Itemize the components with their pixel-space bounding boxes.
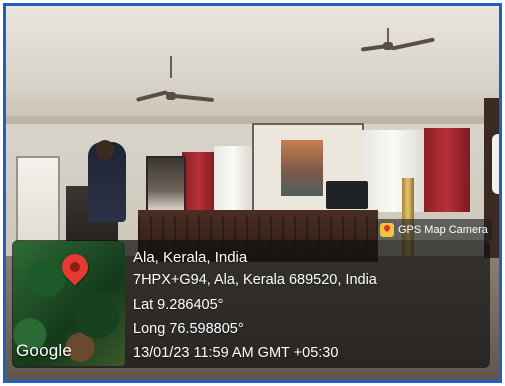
google-map-label: Google (16, 341, 73, 360)
wall-portrait (146, 156, 186, 214)
speaker-head (96, 140, 114, 160)
projected-slide (281, 140, 323, 196)
laptop (326, 181, 368, 209)
white-drape-right (362, 130, 426, 212)
gps-badge-label: GPS Map Camera (398, 223, 488, 236)
white-drape-left (214, 146, 252, 214)
red-curtain-left (182, 152, 216, 212)
gps-map-camera-icon (380, 222, 394, 237)
place-name: Ala, Kerala, India (133, 249, 248, 266)
latitude-text: Lat 9.286405° (133, 297, 224, 313)
timestamp-text: 13/01/23 11:59 AM GMT +05:30 (133, 345, 339, 361)
red-curtain-right (424, 128, 470, 212)
gps-map-camera-badge: GPS Map Camera (376, 219, 492, 240)
longitude-text: Long 76.598805° (133, 321, 244, 337)
plus-code-address: 7HPX+G94, Ala, Kerala 689520, India (133, 272, 377, 288)
ceiling (6, 6, 499, 124)
seated-person-right (492, 134, 499, 194)
